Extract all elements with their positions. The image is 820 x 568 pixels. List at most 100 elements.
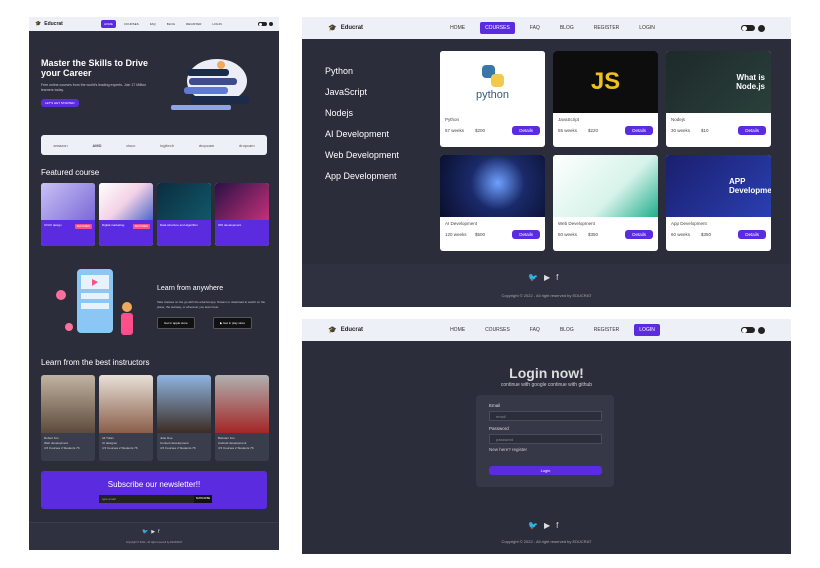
course-duration: 120 weeks [445, 232, 467, 237]
login-button[interactable]: Login [489, 466, 602, 475]
register-link[interactable]: New here? register [489, 447, 527, 452]
youtube-icon[interactable]: ▶ [544, 521, 550, 530]
featured-card[interactable]: Data structure and algorithm [157, 183, 211, 246]
category-javascript[interactable]: JavaScript [325, 87, 399, 97]
nav-register[interactable]: REGISTER [589, 22, 625, 34]
twitter-icon[interactable]: 🐦 [528, 521, 538, 530]
hero-subtitle: Free online courses from the world's lea… [41, 83, 147, 92]
details-button[interactable]: Details [738, 126, 766, 135]
nav-blog[interactable]: BLOG [555, 22, 579, 34]
nav-courses[interactable]: COURSES [480, 324, 515, 336]
brand[interactable]: 🎓 Educrat [328, 326, 363, 334]
details-button[interactable]: Details [512, 126, 540, 135]
course-name: JavaScript [558, 117, 580, 122]
youtube-icon[interactable]: ▶ [151, 529, 155, 535]
nav-faq[interactable]: FAQ [525, 324, 545, 336]
play-store-label: Get in play store [223, 321, 245, 325]
course-card[interactable]: JS JavaScript 55 weeks $220 Details [553, 51, 658, 147]
password-label: Password [489, 426, 509, 431]
featured-badge: FEATURED [132, 224, 150, 229]
course-image [440, 155, 545, 217]
course-duration: 55 weeks [558, 128, 578, 133]
details-button[interactable]: Details [625, 230, 653, 239]
details-button[interactable]: Details [625, 126, 653, 135]
instructor-card[interactable]: Julie Doe Content development 4.5 Courses … [157, 375, 211, 461]
course-card[interactable]: What is Node.js Nodejs 30 weeks $10 Detail… [666, 51, 771, 147]
details-button[interactable]: Details [512, 230, 540, 239]
login-form: Email email Password password New here? … [476, 395, 614, 487]
nav-faq[interactable]: FAQ [147, 20, 159, 28]
category-nodejs[interactable]: Nodejs [325, 108, 399, 118]
newsletter-email-input[interactable]: type email [99, 495, 194, 503]
nav-register[interactable]: REGISTER [589, 324, 625, 336]
theme-toggle[interactable] [741, 327, 755, 333]
course-card[interactable]: python Python 57 weeks $200 Details [440, 51, 545, 147]
nav-home[interactable]: HOME [445, 22, 470, 34]
youtube-icon[interactable]: ▶ [544, 273, 550, 282]
course-price: $350 [588, 232, 599, 237]
course-name: AI Development [445, 221, 478, 226]
nav-links: HOME COURSES FAQ BLOG REGISTER LOGIN [445, 22, 660, 34]
nav-login[interactable]: LOGIN [209, 20, 224, 28]
course-duration: 60 weeks [558, 232, 578, 237]
category-python[interactable]: Python [325, 66, 399, 76]
instructor-card[interactable]: Robert Fox Web development 4.5 Courses 2 S… [41, 375, 95, 461]
featured-card[interactable]: Digital marketing FEATURED [99, 183, 153, 246]
brand[interactable]: 🎓 Educrat [35, 21, 63, 27]
featured-card[interactable]: UI/UX design FEATURED [41, 183, 95, 246]
course-price: $350 [701, 232, 712, 237]
instructor-card[interactable]: Ali Tufan UI designer 4.5 Courses 2 Studen… [99, 375, 153, 461]
social-login-links[interactable]: continue with google continue with githu… [302, 382, 791, 388]
course-image: What is Node.js [666, 51, 771, 113]
brand[interactable]: 🎓 Educrat [328, 24, 363, 32]
nav-home[interactable]: HOME [100, 20, 116, 28]
password-field[interactable]: password [489, 434, 602, 444]
social-links: 🐦 ▶ f [528, 273, 558, 282]
nav-faq[interactable]: FAQ [525, 22, 545, 34]
nav-blog[interactable]: BLOG [555, 324, 579, 336]
course-card[interactable]: APP Development App Development 60 weeks… [666, 155, 771, 251]
theme-toggle[interactable] [741, 25, 755, 31]
graduation-cap-icon: 🎓 [35, 21, 42, 27]
twitter-icon[interactable]: 🐦 [528, 273, 538, 282]
course-duration: 30 weeks [671, 128, 691, 133]
get-started-button[interactable]: LET'S GET STARTED [41, 99, 79, 107]
nav-register[interactable]: REGISTER [183, 20, 204, 28]
course-name: App Development [671, 221, 707, 226]
subscribe-button[interactable]: SUBSCRIBE [194, 495, 212, 503]
navbar: 🎓 Educrat HOME COURSES FAQ BLOG REGISTER… [302, 319, 791, 341]
user-icon[interactable] [758, 24, 765, 32]
course-card[interactable]: AI Development 120 weeks $500 Details [440, 155, 545, 251]
course-image: python [440, 51, 545, 113]
details-button[interactable]: Details [738, 230, 766, 239]
navbar: 🎓 Educrat HOME COURSES FAQ BLOG REGISTER… [302, 17, 791, 39]
category-ai[interactable]: AI Development [325, 129, 399, 139]
email-label: Email [489, 403, 501, 408]
instructor-card[interactable]: Bebsam Fox Android development 4.5 Courses… [215, 375, 269, 461]
course-image [99, 183, 153, 220]
featured-card[interactable]: IOS development [215, 183, 269, 246]
facebook-icon[interactable]: f [158, 529, 159, 535]
category-web[interactable]: Web Development [325, 150, 399, 160]
user-icon[interactable] [758, 326, 765, 334]
nav-login[interactable]: LOGIN [634, 324, 660, 336]
course-price: $200 [475, 128, 486, 133]
nav-login[interactable]: LOGIN [634, 22, 660, 34]
course-card[interactable]: Web Development 60 weeks $350 Details [553, 155, 658, 251]
facebook-icon[interactable]: f [556, 273, 558, 282]
nav-blog[interactable]: BLOG [164, 20, 178, 28]
nav-courses[interactable]: COURSES [121, 20, 142, 28]
nav-home[interactable]: HOME [445, 324, 470, 336]
brand-name: Educrat [340, 327, 364, 333]
email-field[interactable]: email [489, 411, 602, 421]
instructor-photo [99, 375, 153, 433]
play-store-button[interactable]: ▶ Get in play store [213, 317, 252, 329]
facebook-icon[interactable]: f [556, 521, 558, 530]
theme-toggle[interactable] [258, 22, 267, 26]
apple-store-button[interactable]: Get in apple store [157, 317, 195, 329]
twitter-icon[interactable]: 🐦 [142, 529, 148, 535]
nav-courses[interactable]: COURSES [480, 22, 515, 34]
nav-links: HOME COURSES FAQ BLOG REGISTER LOGIN [100, 20, 225, 28]
category-app[interactable]: App Development [325, 171, 399, 181]
user-icon[interactable] [269, 22, 273, 26]
